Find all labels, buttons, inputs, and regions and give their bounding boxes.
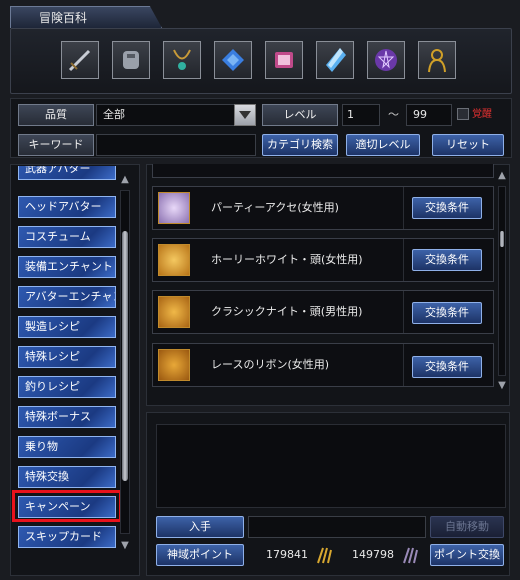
exchange-condition-button[interactable]: 交換条件 xyxy=(412,356,482,378)
item-scroll-thumb[interactable] xyxy=(500,231,504,247)
quality-select[interactable]: 全部 xyxy=(96,104,256,126)
auto-move-button[interactable]: 自動移動 xyxy=(430,516,504,538)
item-scrollbar[interactable] xyxy=(498,186,506,376)
points-value-1: 179841 xyxy=(266,548,308,561)
window-title: 冒険百科 xyxy=(39,11,88,25)
item-scroll-up-icon[interactable]: ▲ xyxy=(496,170,508,181)
book-icon[interactable] xyxy=(265,41,303,79)
level-min-input[interactable]: 1 xyxy=(342,104,380,126)
quality-select-value: 全部 xyxy=(103,108,125,121)
item-detail-area xyxy=(156,424,506,508)
category-item-costume[interactable]: コスチューム xyxy=(18,226,116,248)
item-icon-headwear xyxy=(158,244,190,276)
category-item-campaign[interactable]: キャンペーン xyxy=(18,496,116,518)
item-name: ホーリーホワイト・頭(女性用) xyxy=(211,253,363,266)
necklace-icon[interactable] xyxy=(163,41,201,79)
category-scroll-up-icon[interactable]: ▲ xyxy=(118,174,132,185)
category-item-weapon-avatar[interactable]: 武器アバター xyxy=(18,166,116,180)
exchange-condition-button[interactable]: 交換条件 xyxy=(412,249,482,271)
category-item-head-avatar[interactable]: ヘッドアバター xyxy=(18,196,116,218)
golden-claw-icon xyxy=(314,545,334,565)
obtain-label: 入手 xyxy=(156,516,244,538)
exchange-condition-button[interactable]: 交換条件 xyxy=(412,197,482,219)
item-icon-ribbon xyxy=(158,349,190,381)
item-scroll-down-icon[interactable]: ▼ xyxy=(496,380,508,391)
level-max-input[interactable]: 99 xyxy=(406,104,452,126)
chevron-down-icon[interactable] xyxy=(234,104,256,126)
category-item-fishing-recipe[interactable]: 釣りレシピ xyxy=(18,376,116,398)
category-scroll-down-icon[interactable]: ▼ xyxy=(118,540,132,551)
category-item-equip-enchant[interactable]: 装備エンチャント xyxy=(18,256,116,278)
gem-icon[interactable] xyxy=(214,41,252,79)
category-list: 武器アバター xyxy=(18,166,116,188)
suitable-level-button[interactable]: 適切レベル xyxy=(346,134,420,156)
item-icon-accessory xyxy=(158,192,190,224)
category-item-avatar-enchant[interactable]: アバターエンチャント xyxy=(18,286,116,308)
item-name: パーティーアクセ(女性用) xyxy=(211,201,339,214)
quality-label: 品質 xyxy=(18,104,94,126)
item-icon-headwear xyxy=(158,296,190,328)
character-icon[interactable] xyxy=(418,41,456,79)
armor-icon[interactable] xyxy=(112,41,150,79)
silver-claw-icon xyxy=(400,545,420,565)
category-item-skip-card[interactable]: スキップカード xyxy=(18,526,116,548)
window-title-tab: 冒険百科 xyxy=(10,6,162,28)
points-value-2: 149798 xyxy=(352,548,394,561)
crystal-icon[interactable] xyxy=(316,41,354,79)
divine-points-label: 神域ポイント xyxy=(156,544,244,566)
exchange-condition-button[interactable]: 交換条件 xyxy=(412,302,482,324)
category-scroll-thumb[interactable] xyxy=(122,231,128,481)
category-item-special-bonus[interactable]: 特殊ボーナス xyxy=(18,406,116,428)
level-separator: ～ xyxy=(388,108,399,121)
keyword-input[interactable] xyxy=(96,134,256,156)
point-exchange-button[interactable]: ポイント交換 xyxy=(430,544,504,566)
keyword-label: キーワード xyxy=(18,134,94,156)
category-item-special-exchange[interactable]: 特殊交換 xyxy=(18,466,116,488)
item-row-partial xyxy=(152,164,494,178)
weapon-icon[interactable] xyxy=(61,41,99,79)
level-label: レベル xyxy=(262,104,338,126)
item-name: クラシックナイト・頭(男性用) xyxy=(211,305,363,318)
category-item-mounts[interactable]: 乗り物 xyxy=(18,436,116,458)
orb-icon[interactable] xyxy=(367,41,405,79)
reset-button[interactable]: リセット xyxy=(432,134,504,156)
awaken-checkbox[interactable] xyxy=(457,108,469,120)
obtain-field xyxy=(248,516,426,538)
category-scrollbar[interactable] xyxy=(120,190,130,534)
awaken-label: 覚醒 xyxy=(472,109,492,120)
category-item-special-recipe[interactable]: 特殊レシピ xyxy=(18,346,116,368)
category-item-crafting-recipe[interactable]: 製造レシピ xyxy=(18,316,116,338)
category-icon-strip xyxy=(10,28,512,94)
category-search-button[interactable]: カテゴリ検索 xyxy=(262,134,338,156)
item-name: レースのリボン(女性用) xyxy=(211,358,330,371)
